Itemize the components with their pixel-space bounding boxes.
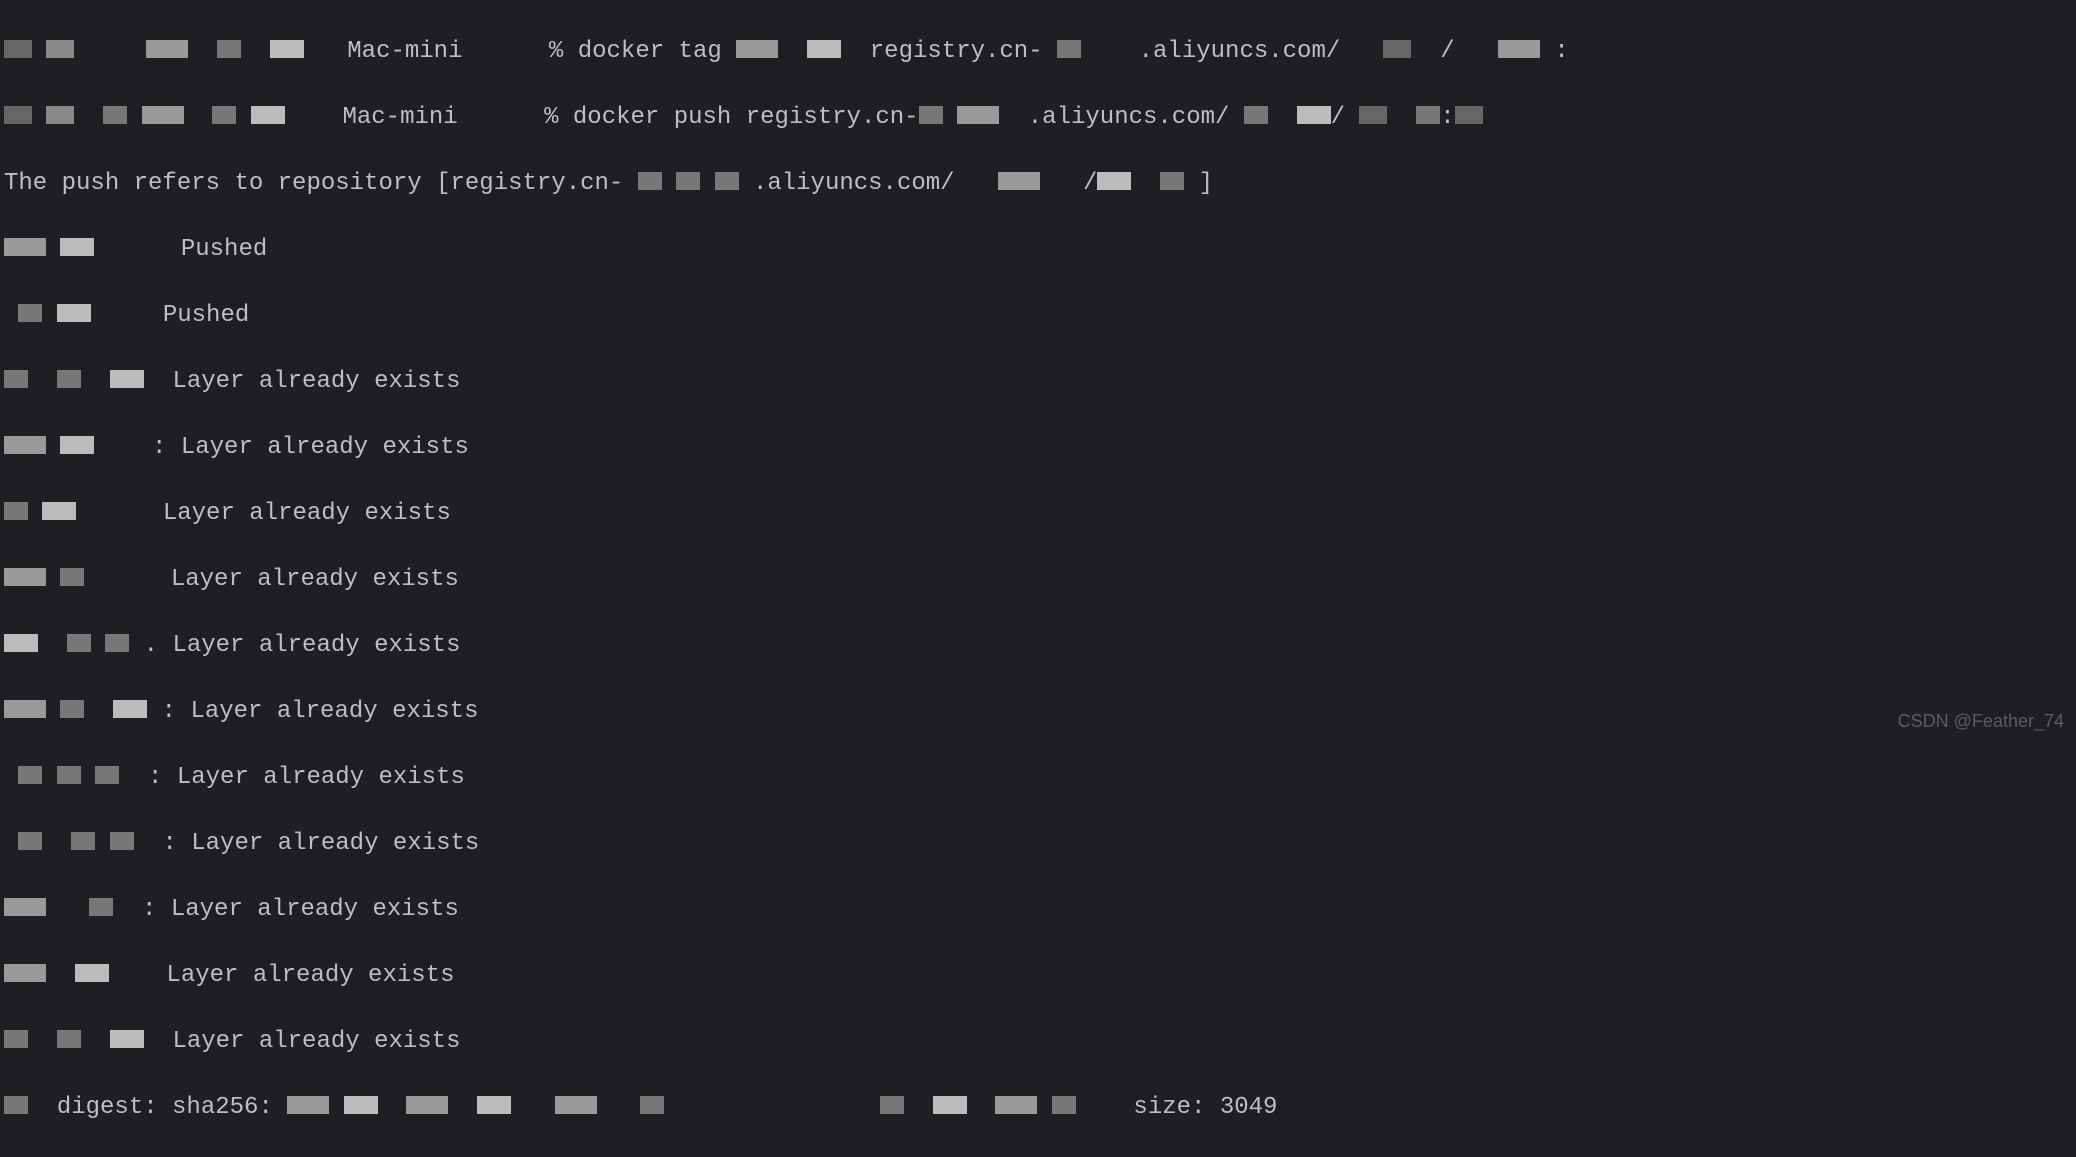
digest-line: digest: sha256: size: 3049 bbox=[4, 1091, 2072, 1124]
docker-tag-cmd: docker tag bbox=[578, 38, 722, 65]
layer-status: Layer already exists bbox=[171, 896, 459, 923]
layer-line: . Layer already exists bbox=[4, 629, 2072, 662]
layer-status: Layer already exists bbox=[172, 632, 460, 659]
layer-line: Layer already exists bbox=[4, 959, 2072, 992]
hostname: Mac-mini bbox=[342, 104, 457, 131]
watermark-text: CSDN @Feather_74 bbox=[1898, 705, 2064, 738]
layer-status: Pushed bbox=[181, 236, 267, 263]
digest-label: digest: sha256: bbox=[57, 1094, 273, 1121]
layer-line: Layer already exists bbox=[4, 497, 2072, 530]
terminal-output[interactable]: Mac-mini % docker tag registry.cn- .aliy… bbox=[0, 0, 2076, 1157]
prompt-line-tag: Mac-mini % docker tag registry.cn- .aliy… bbox=[4, 35, 2072, 68]
registry-host: registry.cn- bbox=[870, 38, 1043, 65]
size-value: 3049 bbox=[1220, 1094, 1278, 1121]
layer-line: Layer already exists bbox=[4, 1025, 2072, 1058]
layer-line: Pushed bbox=[4, 299, 2072, 332]
layer-status: Layer already exists bbox=[191, 830, 479, 857]
layer-status: Pushed bbox=[163, 302, 249, 329]
docker-push-cmd: docker push registry.cn- bbox=[573, 104, 919, 131]
prompt-line-push: Mac-mini % docker push registry.cn- .ali… bbox=[4, 101, 2072, 134]
hostname: Mac-mini bbox=[347, 38, 462, 65]
layer-line: : Layer already exists bbox=[4, 893, 2072, 926]
layer-line: : Layer already exists bbox=[4, 827, 2072, 860]
layer-status: Layer already exists bbox=[171, 566, 459, 593]
layer-status: Layer already exists bbox=[172, 368, 460, 395]
layer-line: : Layer already exists bbox=[4, 761, 2072, 794]
layer-line: : Layer already exists bbox=[4, 695, 2072, 728]
layer-status: Layer already exists bbox=[163, 500, 451, 527]
layer-status: Layer already exists bbox=[190, 698, 478, 725]
layer-line: Pushed bbox=[4, 233, 2072, 266]
layer-status: Layer already exists bbox=[181, 434, 469, 461]
layer-line: Layer already exists bbox=[4, 365, 2072, 398]
layer-status: Layer already exists bbox=[166, 962, 454, 989]
layer-status: Layer already exists bbox=[172, 1028, 460, 1055]
layer-status: Layer already exists bbox=[177, 764, 465, 791]
layer-line: Layer already exists bbox=[4, 563, 2072, 596]
size-label: size: bbox=[1133, 1094, 1205, 1121]
prompt-char: % bbox=[544, 104, 558, 131]
layer-line: : Layer already exists bbox=[4, 431, 2072, 464]
push-refers-line: The push refers to repository [registry.… bbox=[4, 167, 2072, 200]
prompt-char: % bbox=[549, 38, 563, 65]
